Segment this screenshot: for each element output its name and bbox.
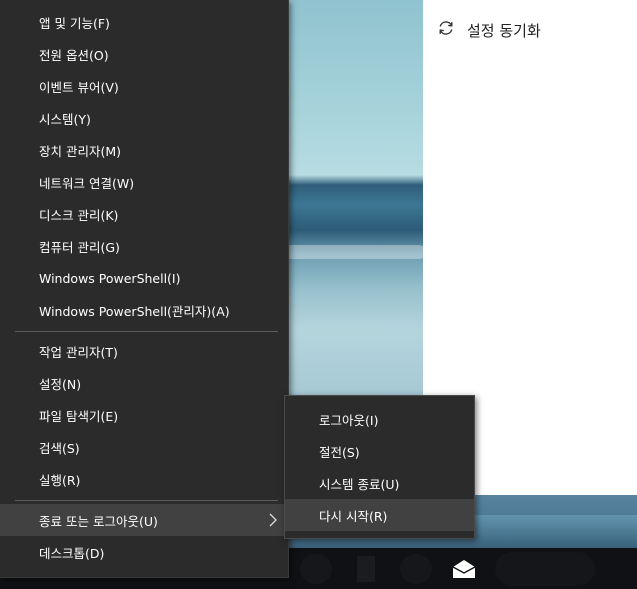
submenu-item-label: 다시 시작(R) xyxy=(319,508,388,524)
power-user-menu: 앱 및 기능(F) 전원 옵션(O) 이벤트 뷰어(V) 시스템(Y) 장치 관… xyxy=(0,0,289,578)
submenu-item-label: 시스템 종료(U) xyxy=(319,476,400,492)
menu-item-label: 파일 탐색기(E) xyxy=(39,408,119,424)
menu-separator xyxy=(15,331,278,332)
wave-foam xyxy=(285,245,425,259)
menu-item-file-explorer[interactable]: 파일 탐색기(E) xyxy=(0,399,288,431)
menu-item-label: 장치 관리자(M) xyxy=(39,143,122,159)
submenu-item-restart[interactable]: 다시 시작(R) xyxy=(285,499,474,531)
menu-item-label: 전원 옵션(O) xyxy=(39,47,109,63)
sync-settings-label: 설정 동기화 xyxy=(467,21,541,40)
menu-item-device-manager[interactable]: 장치 관리자(M) xyxy=(0,134,288,166)
menu-item-label: 앱 및 기능(F) xyxy=(39,15,110,31)
mail-icon[interactable] xyxy=(452,559,476,583)
menu-item-power-options[interactable]: 전원 옵션(O) xyxy=(0,38,288,70)
menu-item-label: 데스크톱(D) xyxy=(39,545,105,561)
menu-item-label: 네트워크 연결(W) xyxy=(39,175,135,191)
chevron-right-icon xyxy=(268,512,278,528)
submenu-item-label: 로그아웃(I) xyxy=(319,412,379,428)
menu-item-label: 컴퓨터 관리(G) xyxy=(39,239,120,255)
menu-item-label: 검색(S) xyxy=(39,440,80,456)
menu-item-label: 설정(N) xyxy=(39,376,82,392)
menu-item-task-manager[interactable]: 작업 관리자(T) xyxy=(0,335,288,367)
menu-item-event-viewer[interactable]: 이벤트 뷰어(V) xyxy=(0,70,288,102)
taskbar-icons-blurred[interactable] xyxy=(495,552,595,586)
menu-separator xyxy=(15,500,278,501)
menu-item-powershell-admin[interactable]: Windows PowerShell(관리자)(A) xyxy=(0,294,288,326)
menu-item-label: 작업 관리자(T) xyxy=(39,344,118,360)
taskbar-icon-blurred[interactable] xyxy=(400,554,432,584)
menu-item-disk-management[interactable]: 디스크 관리(K) xyxy=(0,198,288,230)
menu-item-label: 디스크 관리(K) xyxy=(39,207,119,223)
menu-item-label: Windows PowerShell(I) xyxy=(39,270,181,286)
menu-item-label: 실행(R) xyxy=(39,472,81,488)
menu-item-network-connections[interactable]: 네트워크 연결(W) xyxy=(0,166,288,198)
sync-icon xyxy=(437,19,455,41)
menu-item-apps-features[interactable]: 앱 및 기능(F) xyxy=(0,6,288,38)
submenu-item-shut-down[interactable]: 시스템 종료(U) xyxy=(285,467,474,499)
menu-item-label: 종료 또는 로그아웃(U) xyxy=(39,513,158,529)
menu-item-system[interactable]: 시스템(Y) xyxy=(0,102,288,134)
menu-item-settings[interactable]: 설정(N) xyxy=(0,367,288,399)
shutdown-submenu: 로그아웃(I) 절전(S) 시스템 종료(U) 다시 시작(R) xyxy=(284,395,475,539)
submenu-item-sleep[interactable]: 절전(S) xyxy=(285,435,474,467)
menu-item-run[interactable]: 실행(R) xyxy=(0,463,288,495)
taskbar-icon-blurred[interactable] xyxy=(300,554,332,584)
menu-item-search[interactable]: 검색(S) xyxy=(0,431,288,463)
menu-item-desktop[interactable]: 데스크톱(D) xyxy=(0,536,288,568)
menu-item-computer-management[interactable]: 컴퓨터 관리(G) xyxy=(0,230,288,262)
menu-item-label: 이벤트 뷰어(V) xyxy=(39,79,119,95)
submenu-item-label: 절전(S) xyxy=(319,444,360,460)
menu-item-label: 시스템(Y) xyxy=(39,111,91,127)
app-icon[interactable] xyxy=(357,556,375,582)
submenu-item-sign-out[interactable]: 로그아웃(I) xyxy=(285,403,474,435)
menu-item-label: Windows PowerShell(관리자)(A) xyxy=(39,303,230,319)
menu-item-powershell[interactable]: Windows PowerShell(I) xyxy=(0,262,288,294)
menu-item-shutdown-signout[interactable]: 종료 또는 로그아웃(U) xyxy=(0,504,288,536)
sync-settings-row[interactable]: 설정 동기화 xyxy=(437,18,541,42)
